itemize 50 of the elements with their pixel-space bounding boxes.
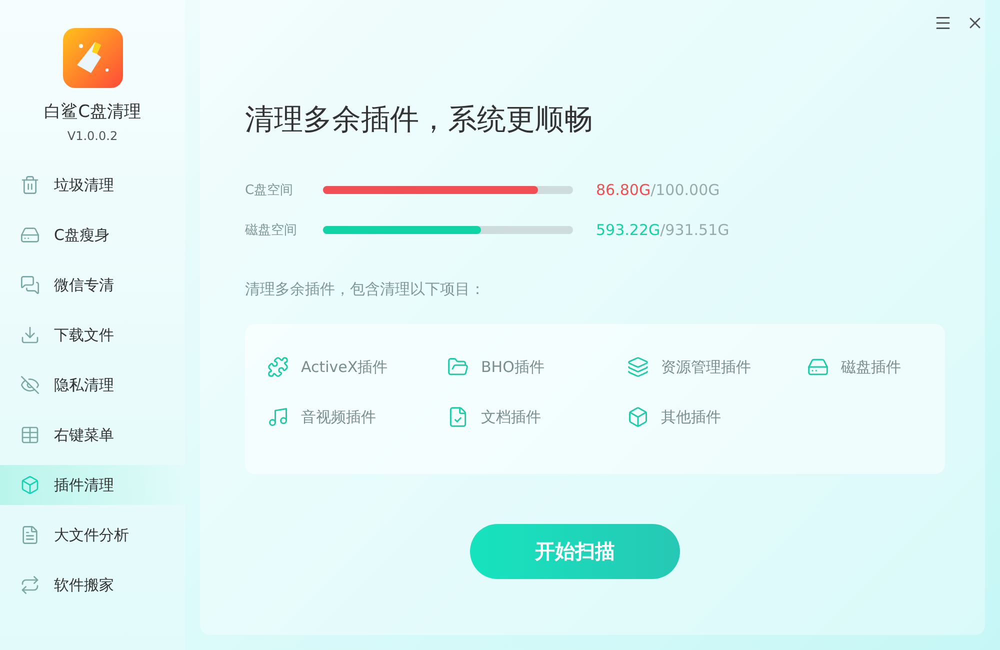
download-icon [20, 325, 40, 345]
app-name: 白鲨C盘清理 [43, 101, 142, 123]
sidebar-item-label: 右键菜单 [54, 426, 114, 444]
document-icon [20, 525, 40, 545]
drive-icon [807, 356, 829, 378]
plugin-label: 音视频插件 [301, 408, 376, 426]
table-icon [20, 425, 40, 445]
document-check-icon [447, 406, 469, 428]
usage-reading: 86.80G/100.00G [596, 181, 720, 199]
sidebar-item-label: 大文件分析 [54, 526, 129, 544]
sidebar-item[interactable]: 隐私清理 [0, 365, 185, 405]
cube-icon [627, 406, 649, 428]
cube-icon [20, 475, 40, 495]
sidebar-item[interactable]: 插件清理 [0, 465, 185, 505]
app-logo [62, 28, 122, 88]
chat-bubbles-icon [20, 275, 40, 295]
sidebar-item[interactable]: C盘瘦身 [0, 215, 185, 255]
music-note-icon [267, 406, 289, 428]
sidebar-item-label: 软件搬家 [54, 576, 114, 594]
plugin-label: BHO插件 [481, 358, 544, 376]
sidebar-item-label: 插件清理 [54, 476, 114, 494]
sidebar-item-label: 垃圾清理 [54, 176, 114, 194]
plugin-label: 磁盘插件 [841, 358, 901, 376]
plugin-label: ActiveX插件 [301, 358, 388, 376]
sidebar-item[interactable]: 垃圾清理 [0, 165, 185, 205]
plugin-label: 资源管理插件 [661, 358, 751, 376]
sidebar-item[interactable]: 右键菜单 [0, 415, 185, 455]
sidebar-item-label: C盘瘦身 [54, 226, 110, 244]
puzzle-icon [267, 356, 289, 378]
layers-icon [627, 356, 649, 378]
sidebar-item[interactable]: 软件搬家 [0, 565, 185, 605]
sidebar-item-label: 微信专清 [54, 276, 114, 294]
sidebar-item-label: 下载文件 [54, 326, 114, 344]
menu-icon[interactable] [934, 14, 952, 32]
folder-icon [447, 356, 469, 378]
sidebar-item-label: 隐私清理 [54, 376, 114, 394]
eye-off-icon [20, 375, 40, 395]
drive-icon [20, 225, 40, 245]
page-title: 清理多余插件，系统更顺畅 [245, 101, 594, 138]
sidebar-item[interactable]: 微信专清 [0, 265, 185, 305]
usage-reading: 593.22G/931.51G [596, 221, 730, 239]
sidebar-item[interactable]: 下载文件 [0, 315, 185, 355]
description-text: 清理多余插件，包含清理以下项目： [245, 280, 486, 299]
app-version: V1.0.0.2 [66, 129, 119, 143]
plugin-label: 其他插件 [661, 408, 721, 426]
trash-icon [20, 175, 40, 195]
sidebar-item[interactable]: 大文件分析 [0, 515, 185, 555]
usage-label: 磁盘空间 [245, 222, 298, 239]
plugin-label: 文档插件 [481, 408, 541, 426]
usage-label: C盘空间 [245, 182, 294, 199]
